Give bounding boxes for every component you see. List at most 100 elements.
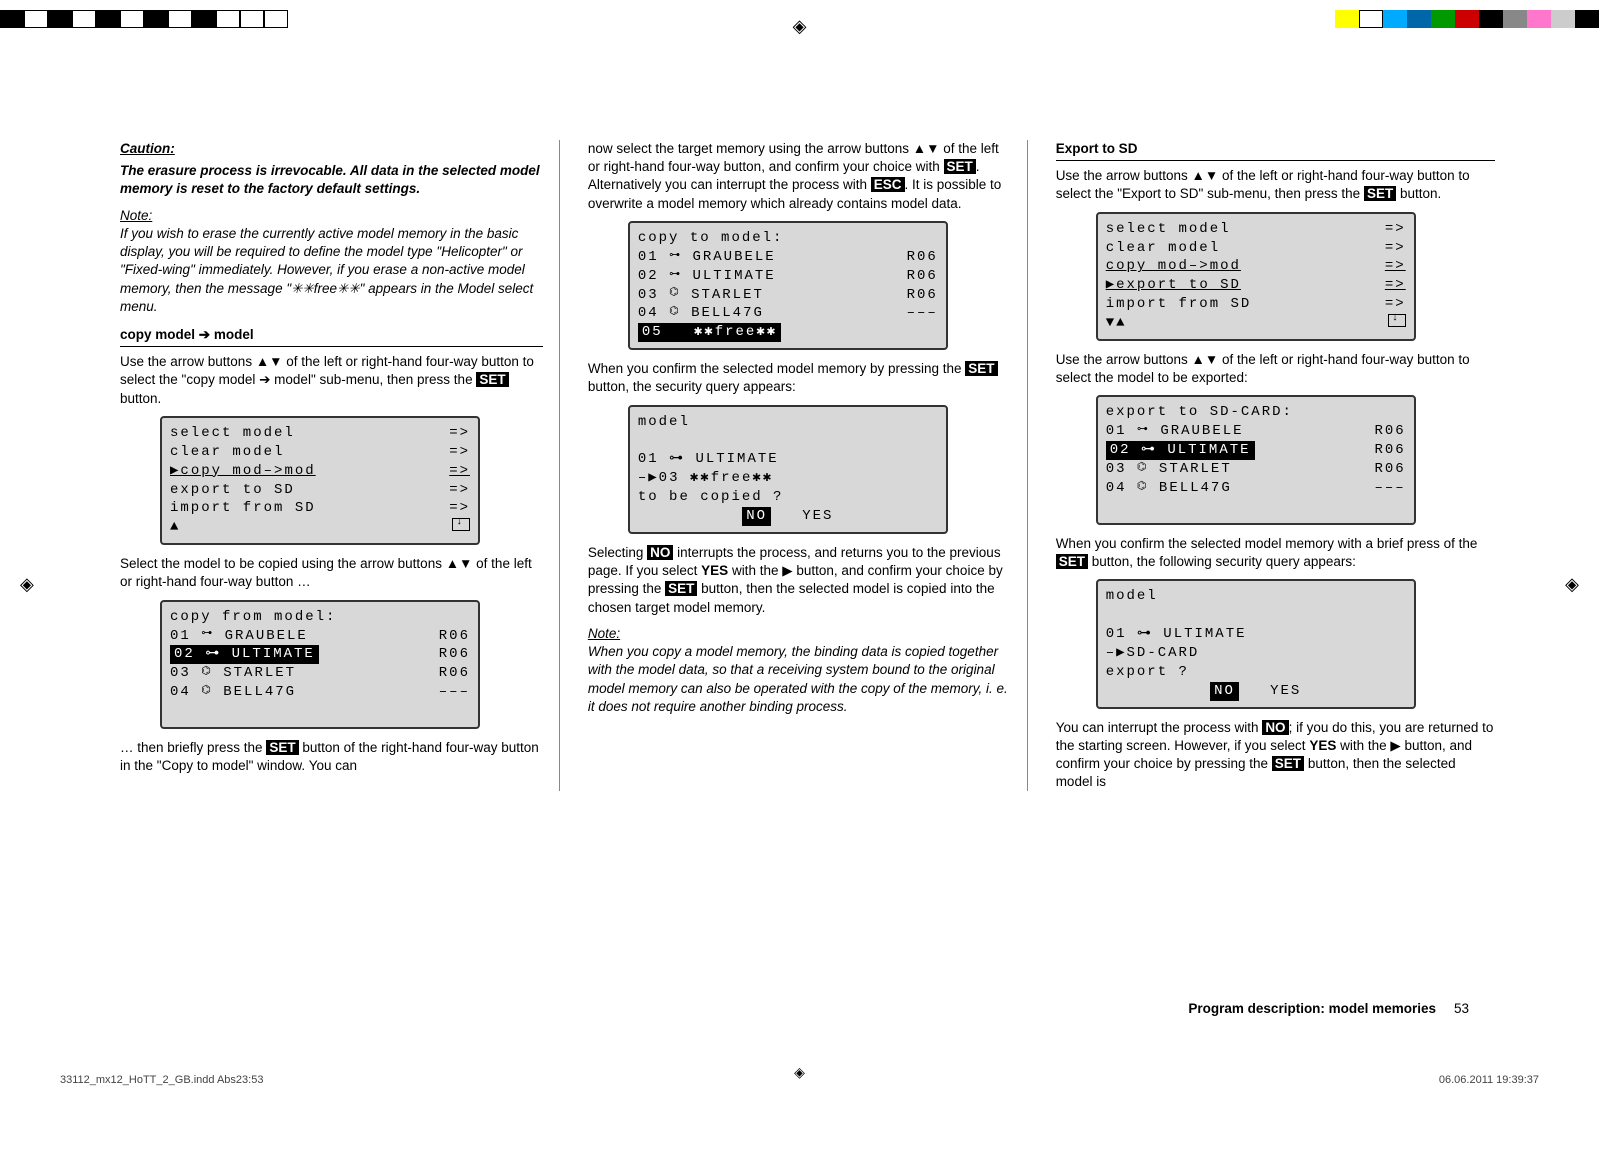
menu4-r3-arrow: =>	[1385, 257, 1406, 276]
sd-card-icon	[452, 518, 470, 531]
dialog1-line2: –▶03 ✱✱free✱✱	[638, 469, 938, 488]
set-button-text: SET	[476, 372, 508, 387]
plane-icon: ⊶	[201, 627, 214, 642]
footer-desc: Program description: model memories	[1188, 1001, 1436, 1016]
menu1-r4: export to SD	[170, 481, 295, 500]
screen-dialog-copy: model 01 ⊶ ULTIMATE –▶03 ✱✱free✱✱ to be …	[628, 405, 948, 534]
heli-icon: ⌬	[201, 684, 213, 699]
col2-top-a: now select the target memory using the a…	[588, 141, 999, 174]
confirm-b: button, the security query appears:	[588, 379, 796, 394]
copy-then: … then briefly press the SET button of t…	[120, 739, 543, 775]
menu4-r4-arrow: =>	[1385, 276, 1406, 295]
dialog1-yes: YES	[802, 508, 833, 524]
dialog1-line1: 01 ⊶ ULTIMATE	[638, 450, 938, 469]
menu5-title: export to SD-CARD:	[1106, 403, 1406, 422]
dialog2-line2: –▶SD-CARD	[1106, 644, 1406, 663]
menu1-r2: clear model	[170, 443, 284, 462]
menu1-r1: select model	[170, 424, 295, 443]
heli-icon: ⌬	[1137, 461, 1149, 476]
menu2-title: copy from model:	[170, 608, 470, 627]
interrupt-text: You can interrupt the process with NO; i…	[1056, 719, 1495, 792]
set-button-text: SET	[944, 159, 976, 174]
col2-top: now select the target memory using the a…	[588, 140, 1011, 213]
sd-card-icon	[1388, 314, 1406, 327]
dialog2-no: NO	[1210, 682, 1239, 701]
dialog1-title: model	[638, 413, 938, 432]
dialog1-no: NO	[742, 507, 771, 526]
no-button-text: NO	[647, 545, 673, 560]
selecting-text: Selecting NO interrupts the process, and…	[588, 544, 1011, 617]
set-button-text: SET	[1056, 554, 1088, 569]
footer-page-number: 53	[1454, 1001, 1469, 1016]
menu2-r1-rx: R06	[439, 627, 470, 646]
menu3-r4-name: BELL47G	[691, 305, 764, 321]
heading-export: Export to SD	[1056, 140, 1495, 161]
menu3-r3-name: STARLET	[691, 287, 764, 303]
caution-title: Caution:	[120, 141, 175, 156]
note1-body: If you wish to erase the currently activ…	[120, 225, 543, 316]
menu2-r3-rx: R06	[439, 664, 470, 683]
screen-menu-1: select model=> clear model=> ▶copy mod–>…	[160, 416, 480, 545]
menu3-r5-name: ✱✱free✱✱	[694, 324, 777, 340]
print-filename: 33112_mx12_HoTT_2_GB.indd Abs23:53	[60, 1073, 263, 1088]
dialog2-line1: 01 ⊶ ULTIMATE	[1106, 625, 1406, 644]
no-button-text: NO	[1262, 720, 1288, 735]
menu3-r1-name: GRAUBELE	[692, 249, 775, 265]
registration-mark-top: ◈	[793, 14, 807, 38]
dialog2-line3: export ?	[1106, 663, 1406, 682]
colorblock-left	[0, 10, 288, 28]
menu5-r2-name: ULTIMATE	[1167, 442, 1250, 458]
menu4-r1: select model	[1106, 220, 1231, 239]
menu5-r1-num: 01	[1106, 423, 1127, 439]
menu2-r4-rx: –––	[439, 683, 470, 702]
column-3: Export to SD Use the arrow buttons ▲▼ of…	[1056, 140, 1495, 791]
menu3-r3-num: 03	[638, 287, 659, 303]
menu3-r1-rx: R06	[907, 248, 938, 267]
menu1-r5: import from SD	[170, 499, 316, 518]
menu5-r1-name: GRAUBELE	[1160, 423, 1243, 439]
note2-body: When you copy a model memory, the bindin…	[588, 643, 1011, 716]
set-button-text: SET	[1272, 756, 1304, 771]
selecting-a: Selecting	[588, 545, 647, 560]
copy-select-text: Select the model to be copied using the …	[120, 555, 543, 591]
yes-text: YES	[701, 563, 728, 578]
plane-icon: ⊶	[669, 249, 682, 264]
column-1: Caution: The erasure process is irrevoca…	[120, 140, 560, 791]
menu1-scroll: ▲	[170, 518, 180, 537]
menu3-r4-rx: –––	[907, 304, 938, 323]
dialog1-line3: to be copied ?	[638, 488, 938, 507]
menu5-r3-rx: R06	[1374, 460, 1405, 479]
menu1-r4-arrow: =>	[449, 481, 470, 500]
menu2-r3-num: 03	[170, 665, 191, 681]
plane-icon: ⊶	[669, 268, 682, 283]
screen-copy-to: copy to model: 01 ⊶ GRAUBELER06 02 ⊶ ULT…	[628, 221, 948, 350]
screen-copy-from: copy from model: 01 ⊶ GRAUBELER06 02 ⊶ U…	[160, 600, 480, 729]
registration-mark-right: ◈	[1565, 572, 1579, 596]
interrupt-a: You can interrupt the process with	[1056, 720, 1263, 735]
menu2-r2-rx: R06	[439, 645, 470, 664]
menu5-r4-rx: –––	[1374, 479, 1405, 498]
export-confirm-a: When you confirm the selected model memo…	[1056, 536, 1478, 551]
menu1-r1-arrow: =>	[449, 424, 470, 443]
set-button-text: SET	[665, 581, 697, 596]
menu3-r1-num: 01	[638, 249, 659, 265]
menu5-r2-rx: R06	[1374, 441, 1405, 460]
confirm-a: When you confirm the selected model memo…	[588, 361, 965, 376]
menu5-r1-rx: R06	[1374, 422, 1405, 441]
menu5-r4-num: 04	[1106, 480, 1127, 496]
menu2-r2-num: 02	[174, 646, 195, 662]
export-confirm: When you confirm the selected model memo…	[1056, 535, 1495, 571]
heading-copy-model: copy model ➔ model	[120, 326, 543, 347]
export-confirm-b: button, the following security query app…	[1088, 554, 1356, 569]
screen-dialog-export: model 01 ⊶ ULTIMATE –▶SD-CARD export ? N…	[1096, 579, 1416, 708]
heli-icon: ⌬	[1137, 480, 1149, 495]
menu5-r4-name: BELL47G	[1159, 480, 1232, 496]
dialog2-yes: YES	[1270, 683, 1301, 699]
export-intro: Use the arrow buttons ▲▼ of the left or …	[1056, 167, 1495, 203]
heli-icon: ⌬	[201, 665, 213, 680]
menu4-scroll: ▼▲	[1106, 314, 1127, 333]
menu2-r1-num: 01	[170, 628, 191, 644]
plane-icon: ⊶	[1137, 423, 1150, 438]
menu3-r4-num: 04	[638, 305, 659, 321]
heli-icon: ⌬	[669, 286, 681, 301]
